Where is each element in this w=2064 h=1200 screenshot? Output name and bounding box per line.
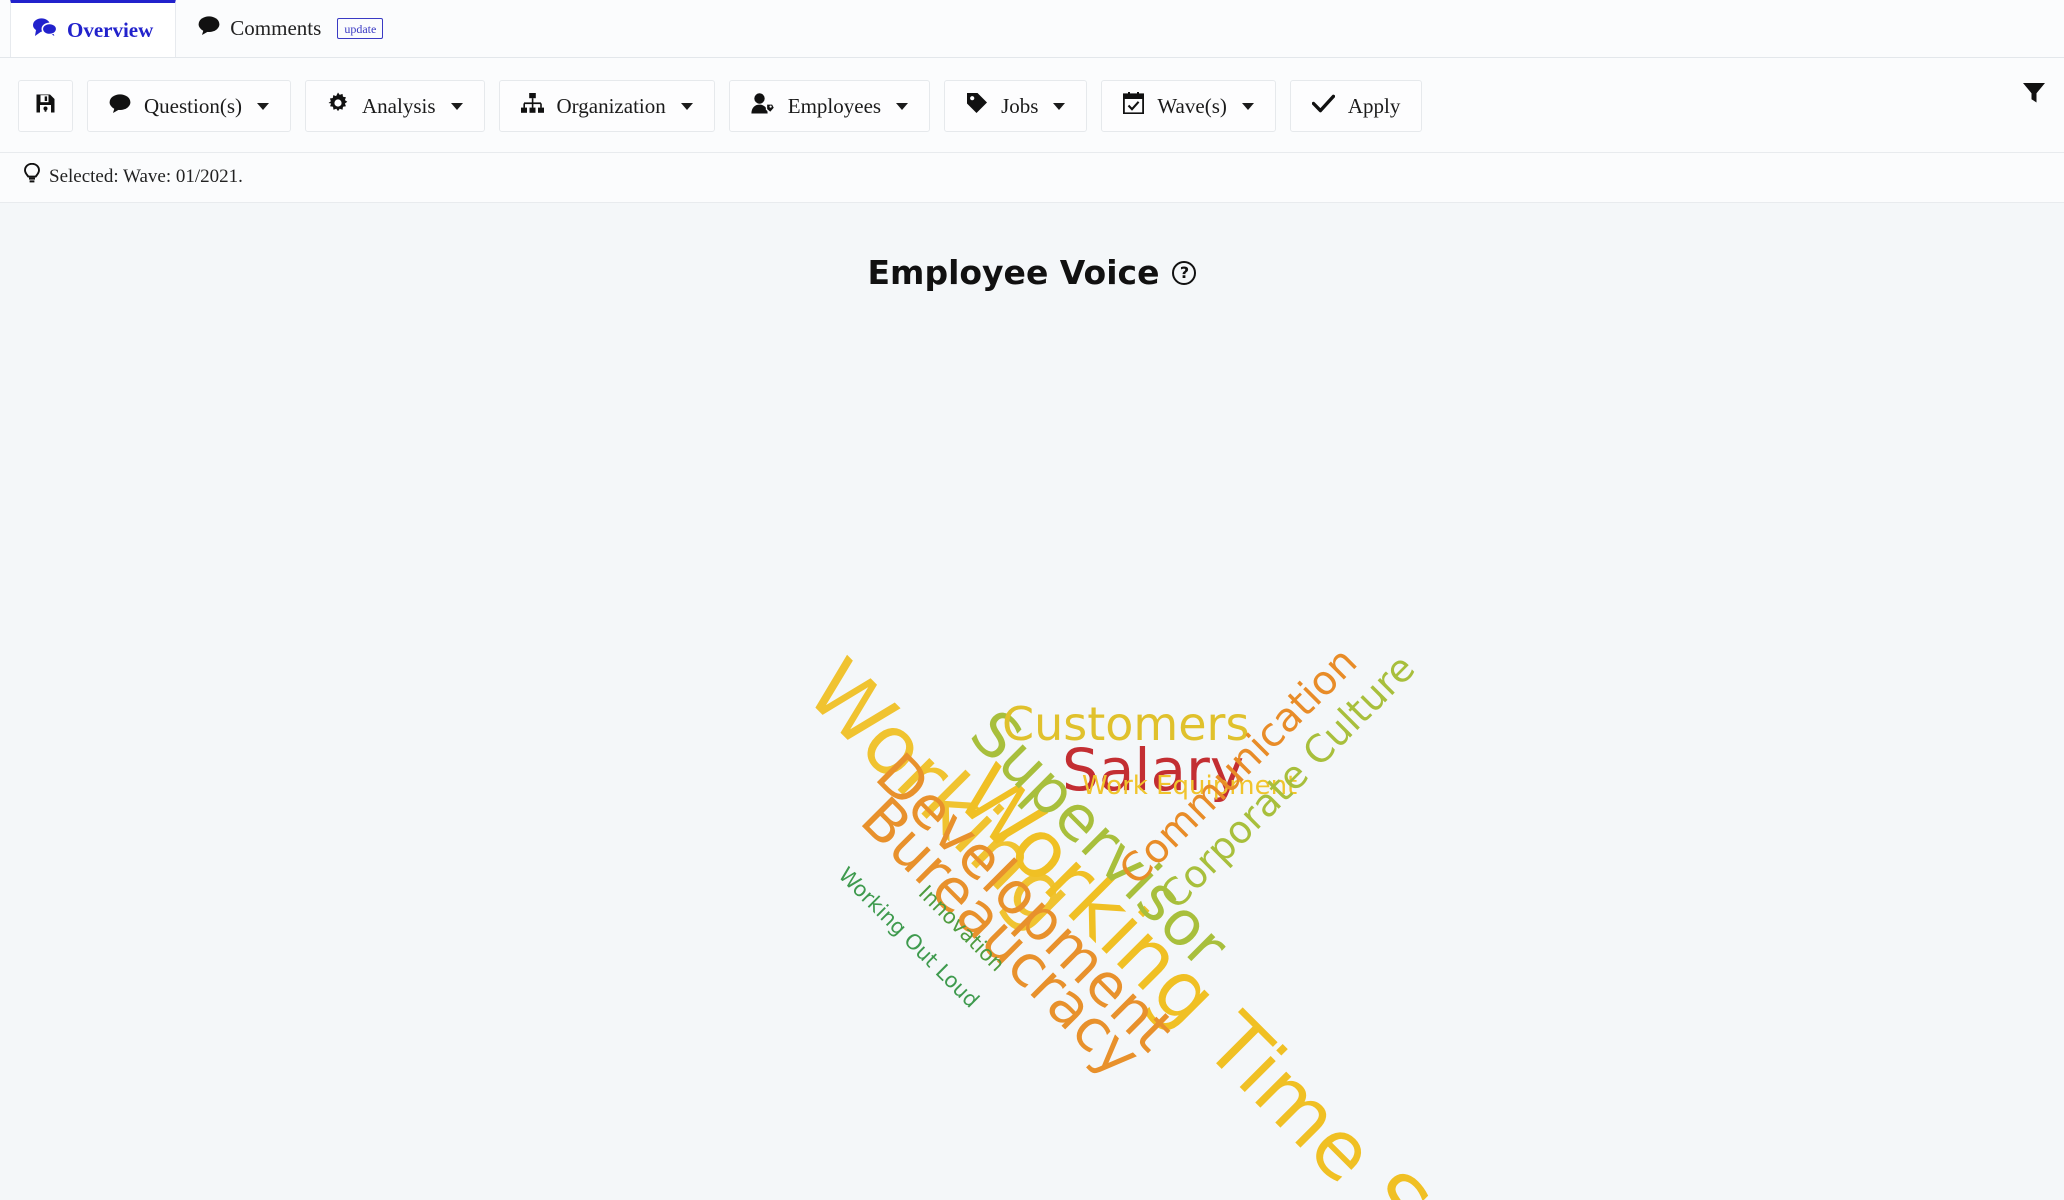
tab-overview[interactable]: Overview — [10, 0, 177, 57]
tab-bar: Overview Comments update — [0, 0, 2064, 58]
comments-icon — [33, 17, 58, 43]
apply-label: Apply — [1347, 93, 1401, 118]
chevron-down-icon — [450, 102, 463, 110]
chevron-down-icon — [1241, 102, 1254, 110]
lightbulb-icon — [24, 162, 40, 190]
save-icon — [35, 93, 56, 120]
sitemap-icon — [520, 93, 544, 119]
analysis-dropdown-button[interactable]: Analysis — [305, 80, 485, 132]
selection-text: Selected: Wave: 01/2021. — [49, 165, 243, 187]
tag-icon — [966, 92, 988, 120]
chevron-down-icon — [896, 102, 909, 110]
tab-comments[interactable]: Comments update — [176, 0, 405, 57]
comment-icon — [198, 16, 220, 41]
jobs-label: Jobs — [1001, 93, 1039, 118]
employees-label: Employees — [787, 93, 882, 118]
questions-label: Question(s) — [144, 93, 242, 118]
filter-icon[interactable] — [2022, 82, 2046, 109]
chevron-down-icon — [1053, 102, 1066, 110]
comment-icon — [109, 93, 131, 119]
employees-dropdown-button[interactable]: Employees — [728, 80, 931, 132]
questions-dropdown-button[interactable]: Question(s) — [87, 80, 291, 132]
chevron-down-icon — [257, 102, 269, 110]
tab-comments-label: Comments — [230, 16, 322, 40]
organization-label: Organization — [556, 93, 666, 118]
organization-dropdown-button[interactable]: Organization — [498, 80, 715, 132]
comments-update-badge[interactable]: update — [337, 18, 384, 39]
waves-label: Wave(s) — [1157, 93, 1227, 118]
check-icon — [1311, 94, 1335, 119]
user-tag-icon — [751, 92, 776, 120]
tab-overview-label: Overview — [67, 17, 154, 42]
analysis-label: Analysis — [362, 93, 436, 118]
toolbar-buttons: Question(s) Analysis Organization Employ… — [0, 58, 2064, 152]
gear-icon — [327, 92, 349, 120]
jobs-dropdown-button[interactable]: Jobs — [944, 80, 1088, 132]
selection-bar: Selected: Wave: 01/2021. — [0, 153, 2064, 203]
filter-toolbar: Question(s) Analysis Organization Employ… — [0, 58, 2064, 153]
save-button[interactable] — [18, 80, 73, 132]
word-cloud: Working Working Time Scheme Supervisor Cust… — [0, 203, 2064, 1200]
chevron-down-icon — [680, 102, 693, 110]
apply-button[interactable]: Apply — [1289, 80, 1423, 132]
calendar-check-icon — [1123, 92, 1145, 120]
chart-area: Employee Voice ? Working Working Time Sch… — [0, 203, 2064, 1200]
waves-dropdown-button[interactable]: Wave(s) — [1101, 80, 1276, 132]
